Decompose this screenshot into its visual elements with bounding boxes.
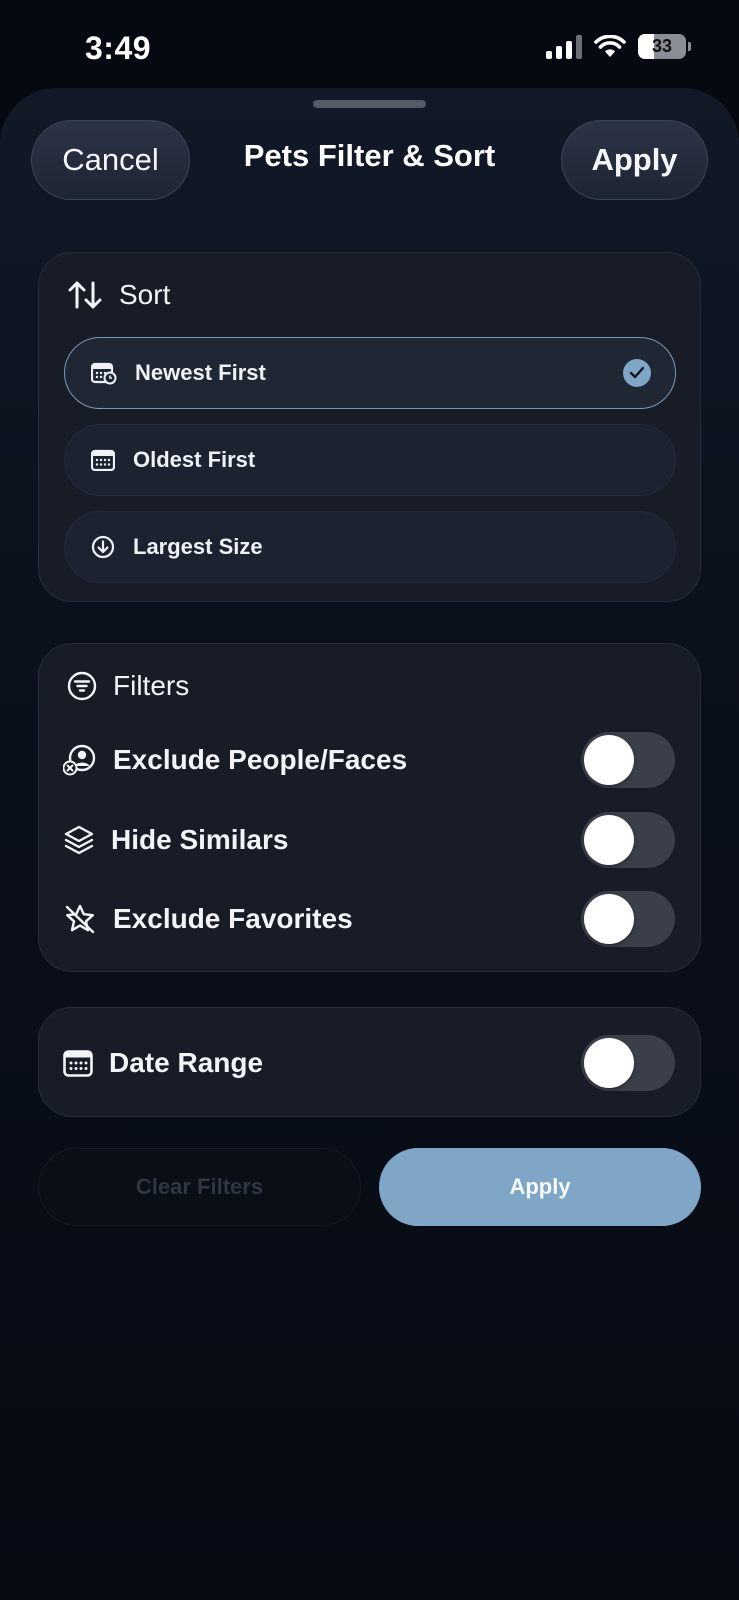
date-range-card: Date Range	[38, 1007, 701, 1117]
calendar-clock-icon	[91, 362, 117, 385]
filter-label: Hide Similars	[111, 824, 289, 855]
hide-similars-toggle[interactable]	[581, 812, 675, 868]
filter-sheet: Cancel Pets Filter & Sort Apply Sort New…	[0, 88, 739, 1600]
filter-row-exclude-people: Exclude People/Faces	[63, 732, 675, 788]
filters-title: Filters	[113, 670, 190, 701]
filter-label: Exclude Favorites	[113, 903, 353, 934]
checkmark-icon	[623, 359, 651, 387]
sort-arrows-icon	[68, 281, 102, 309]
filter-row-hide-similars: Hide Similars	[63, 812, 675, 868]
filter-row-exclude-favorites: Exclude Favorites	[63, 891, 675, 947]
star-slash-icon	[65, 904, 95, 934]
sheet-grabber[interactable]	[313, 100, 426, 108]
status-time: 3:49	[85, 30, 152, 66]
filters-header: Filters	[67, 670, 189, 702]
sort-option-newest-first[interactable]: Newest First	[64, 337, 676, 409]
battery-icon: 33	[638, 34, 691, 59]
sort-header: Sort	[67, 279, 170, 311]
exclude-favorites-toggle[interactable]	[581, 891, 675, 947]
calendar-icon	[91, 449, 115, 471]
arrow-down-circle-icon	[91, 535, 115, 559]
filter-label: Exclude People/Faces	[113, 744, 408, 775]
cancel-button[interactable]: Cancel	[31, 120, 190, 200]
sort-option-label: Largest Size	[133, 534, 263, 559]
status-icons: 33	[546, 34, 691, 59]
clear-filters-button[interactable]: Clear Filters	[38, 1148, 361, 1226]
date-range-label: Date Range	[109, 1047, 264, 1078]
date-range-row: Date Range	[63, 1035, 675, 1091]
status-bar: 3:49 33	[0, 0, 739, 90]
sort-title: Sort	[119, 279, 171, 310]
apply-top-button[interactable]: Apply	[561, 120, 708, 200]
sort-option-largest-size[interactable]: Largest Size	[64, 511, 676, 583]
sort-card: Sort Newest First Oldest First Largest S…	[38, 252, 701, 602]
layers-icon	[64, 825, 94, 855]
battery-level: 33	[651, 36, 673, 56]
sort-option-label: Newest First	[135, 360, 266, 385]
filters-card: Filters Exclude People/Faces Hide Simila…	[38, 643, 701, 972]
date-range-toggle[interactable]	[581, 1035, 675, 1091]
sort-option-label: Oldest First	[133, 447, 256, 472]
filter-circle-icon	[67, 671, 97, 701]
person-x-icon	[63, 744, 96, 776]
calendar-icon	[63, 1050, 93, 1077]
cellular-signal-icon	[546, 34, 582, 59]
apply-button[interactable]: Apply	[379, 1148, 701, 1226]
sort-option-oldest-first[interactable]: Oldest First	[64, 424, 676, 496]
wifi-icon	[594, 34, 626, 57]
exclude-people-toggle[interactable]	[581, 732, 675, 788]
